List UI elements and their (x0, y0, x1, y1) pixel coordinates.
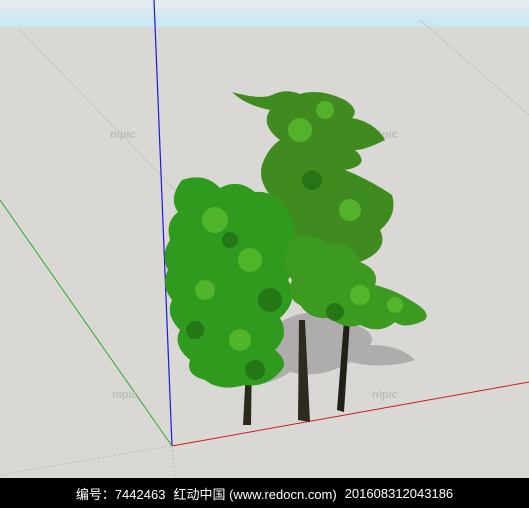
watermark: nipic (112, 389, 138, 401)
axis-dotted (171, 445, 176, 478)
blue-axis (153, 0, 173, 447)
image-id-label: 编号：7442463 (75, 486, 166, 502)
tree-canopy-left (164, 177, 295, 388)
watermark: nipic (372, 389, 398, 401)
guide-line (419, 19, 529, 116)
site-name: 红动中国 (www.redocn.com) (173, 486, 337, 502)
guide-line (0, 444, 176, 476)
red-axis (171, 381, 529, 447)
3d-scene[interactable]: nipic nipic nipic nipic (0, 0, 529, 478)
footer-bar: 编号：7442463 红动中国 (www.redocn.com) 2016083… (0, 478, 529, 508)
serial-number: 20160831204318​6 (344, 485, 454, 501)
sketchup-viewport[interactable]: nipic nipic nipic nipic (0, 0, 529, 478)
green-axis (0, 199, 173, 447)
guide-line (19, 29, 176, 191)
watermark: nipic (110, 129, 136, 141)
